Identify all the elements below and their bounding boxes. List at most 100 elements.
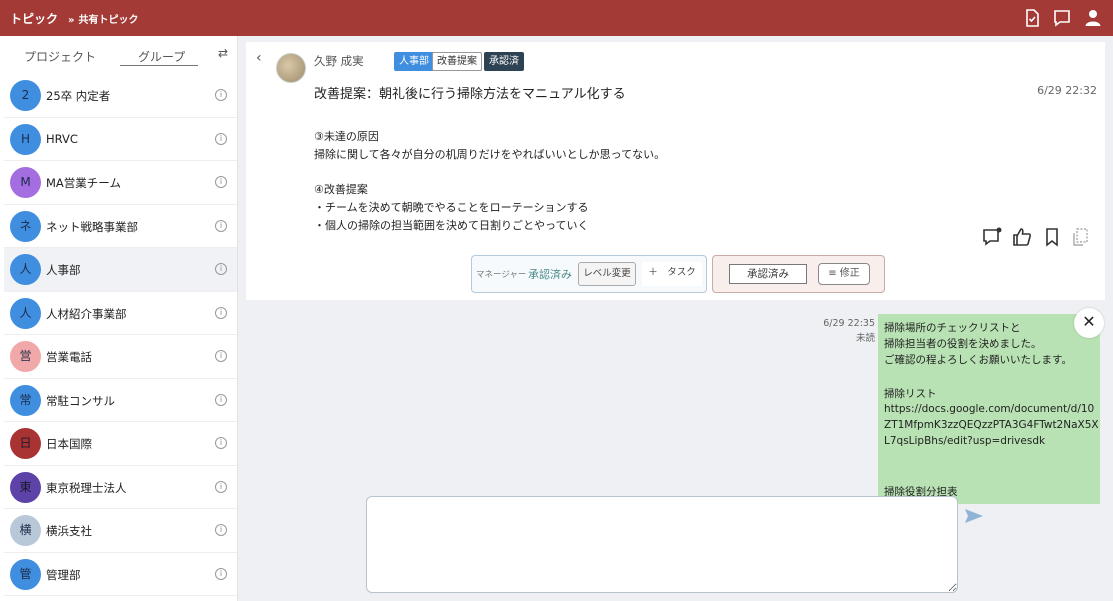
tab-project[interactable]: プロジェクト xyxy=(24,48,96,65)
copy-icon[interactable] xyxy=(1070,226,1092,248)
send-icon[interactable] xyxy=(964,508,984,524)
thumbs-up-icon[interactable] xyxy=(1011,226,1033,248)
back-icon[interactable]: ‹ xyxy=(256,50,262,66)
info-icon[interactable]: i xyxy=(215,176,227,188)
sidebar-item-group[interactable]: 東東京税理士法人 i xyxy=(4,466,237,509)
active-tab-indicator xyxy=(120,65,198,66)
message-link[interactable]: L7qsLipBhs/edit?usp=drivesdk xyxy=(884,435,1045,447)
badge-department[interactable]: 人事部 xyxy=(394,52,434,71)
info-icon[interactable]: i xyxy=(215,437,227,449)
comment-icon[interactable] xyxy=(981,226,1003,248)
info-icon[interactable]: i xyxy=(215,89,227,101)
level-change-button[interactable]: レベル変更 xyxy=(578,262,636,286)
check-document-icon[interactable] xyxy=(1022,8,1042,28)
group-avatar: 人 xyxy=(10,254,41,285)
edit-button[interactable]: ≡ 修正 xyxy=(818,263,870,285)
group-avatar: 管 xyxy=(10,558,41,590)
author-name: 久野 成実 xyxy=(314,54,364,68)
sidebar-item-group[interactable]: H HRVC i xyxy=(4,118,237,161)
sidebar-item-group[interactable]: 2 25卒 内定者 i xyxy=(4,74,237,118)
info-icon[interactable]: i xyxy=(215,350,227,362)
breadcrumb-label: 共有トピック xyxy=(78,15,139,26)
group-name: 人材紹介事業部 xyxy=(46,306,127,321)
group-avatar: 横 xyxy=(10,515,41,546)
top-bar: トピック » 共有トピック xyxy=(0,0,1113,36)
approved-button[interactable]: 承認済み xyxy=(729,264,807,284)
read-status: 未読 xyxy=(855,333,875,344)
avatar[interactable] xyxy=(276,53,306,83)
group-avatar: ネ xyxy=(10,210,41,242)
group-avatar: H xyxy=(10,123,41,155)
group-name: 管理部 xyxy=(46,567,81,582)
info-icon[interactable]: i xyxy=(215,132,227,145)
group-name: 人事部 xyxy=(46,263,81,277)
info-icon[interactable]: i xyxy=(215,567,227,580)
topic-post: ‹ 久野 成実 人事部 改善提案 承認済 改善提案：朝礼後に行う掃除方法をマニュ… xyxy=(246,42,1105,300)
add-task-button[interactable]: ＋ タスク xyxy=(642,262,702,286)
group-name: 営業電話 xyxy=(46,350,92,364)
sidebar-item-group[interactable]: 常常駐コンサル i xyxy=(4,379,237,422)
group-name: HRVC xyxy=(46,131,78,146)
tab-group[interactable]: グループ xyxy=(138,48,185,65)
message-timestamp: 6/29 22:35 xyxy=(823,318,875,329)
group-name: MA営業チーム xyxy=(46,176,121,190)
info-icon[interactable]: i xyxy=(215,524,227,536)
group-name: 東京税理士法人 xyxy=(46,480,127,495)
close-icon[interactable]: ✕ xyxy=(1074,308,1104,338)
post-body-line: ④改善提案 xyxy=(314,183,368,196)
info-icon[interactable]: i xyxy=(215,219,227,232)
sidebar-item-group[interactable]: 営営業電話 i xyxy=(4,335,237,379)
post-title: 改善提案：朝礼後に行う掃除方法をマニュアル化する xyxy=(314,87,626,102)
message-input[interactable] xyxy=(366,496,958,593)
sidebar-item-group[interactable]: M MA営業チーム i xyxy=(4,161,237,205)
group-avatar: 日 xyxy=(10,428,41,459)
group-avatar: 2 xyxy=(10,80,41,111)
message-link[interactable]: https://docs.google.com/document/d/10 xyxy=(884,403,1094,415)
breadcrumb-separator: » xyxy=(68,15,75,26)
post-body-line: ③未達の原因 xyxy=(314,130,379,143)
post-body-line: ・チームを決めて朝晩でやることをローテーションする xyxy=(314,201,589,214)
sidebar-item-group[interactable]: 人人事部 i xyxy=(4,248,237,292)
manager-label: マネージャー xyxy=(476,270,527,280)
sidebar: プロジェクト グループ ⇄ 2 25卒 内定者 i H HRVC i M MA営業チーム i ネネ… xyxy=(0,36,238,601)
message-line: 掃除リスト xyxy=(884,388,937,400)
group-avatar: 東 xyxy=(10,471,41,503)
badge-status: 承認済 xyxy=(484,52,524,71)
chat-icon[interactable] xyxy=(1052,8,1072,28)
group-avatar: 常 xyxy=(10,384,41,416)
group-list: 2 25卒 内定者 i H HRVC i M MA営業チーム i ネネット戦略事業部 i 人人事部 i 人… xyxy=(4,74,237,596)
info-icon[interactable]: i xyxy=(215,263,227,275)
group-avatar: 人 xyxy=(10,297,41,329)
post-actions xyxy=(981,226,1101,250)
group-name: ネット戦略事業部 xyxy=(46,219,138,234)
bookmark-icon[interactable] xyxy=(1041,226,1063,248)
user-icon[interactable] xyxy=(1083,8,1103,28)
sidebar-item-group[interactable]: 横横浜支社 i xyxy=(4,509,237,553)
message-line: 掃除場所のチェックリストと xyxy=(884,322,1021,334)
group-name: 横浜支社 xyxy=(46,524,92,538)
message-line: 掃除担当者の役割を決めました。 xyxy=(884,338,1042,350)
message-line: ご確認の程よろしくお願いいたします。 xyxy=(884,354,1072,366)
info-icon[interactable]: i xyxy=(215,480,227,493)
sidebar-item-group[interactable]: 日日本国際 i xyxy=(4,422,237,466)
sidebar-item-group[interactable]: 管管理部 i xyxy=(4,553,237,596)
group-avatar: 営 xyxy=(10,341,41,372)
group-name: 日本国際 xyxy=(46,437,92,451)
sidebar-tabs: プロジェクト グループ ⇄ xyxy=(0,36,238,74)
manager-approval-panel: マネージャー 承認済み レベル変更 ＋ タスク xyxy=(471,255,707,293)
group-name: 常駐コンサル xyxy=(46,393,115,408)
page-title: トピック xyxy=(10,12,59,26)
info-icon[interactable]: i xyxy=(215,306,227,319)
post-body-line: 掃除に関して各々が自分の机周りだけをやればいいとしか思ってない。 xyxy=(314,148,666,161)
group-avatar: M xyxy=(10,167,41,198)
sidebar-item-group[interactable]: 人人材紹介事業部 i xyxy=(4,292,237,335)
post-body-line: ・個人の掃除の担当範囲を決めて日割りごとやっていく xyxy=(314,219,589,232)
swap-icon[interactable]: ⇄ xyxy=(218,46,228,60)
sidebar-item-group[interactable]: ネネット戦略事業部 i xyxy=(4,205,237,248)
group-name: 25卒 内定者 xyxy=(46,89,111,103)
badge-category[interactable]: 改善提案 xyxy=(432,52,482,71)
approval-actions-panel: 承認済み ≡ 修正 xyxy=(712,255,885,293)
breadcrumb[interactable]: » 共有トピック xyxy=(68,11,138,26)
info-icon[interactable]: i xyxy=(215,393,227,406)
message-link[interactable]: ZT1MfpmK3zzQEQzzPTA3G4FTwt2NaX5X xyxy=(884,419,1099,431)
